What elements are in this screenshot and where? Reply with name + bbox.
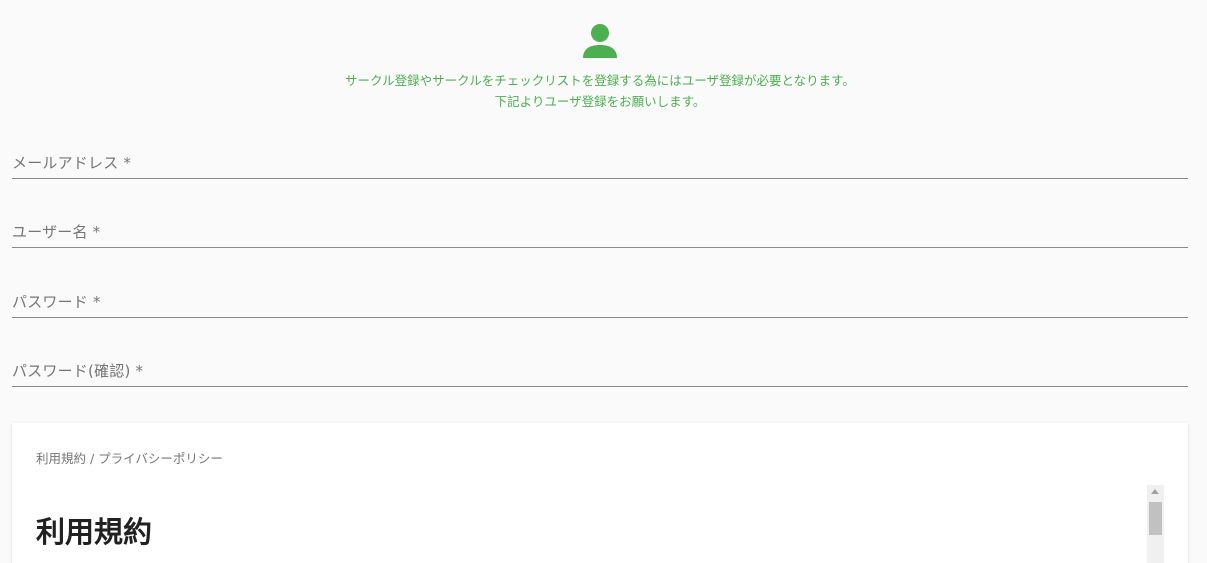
username-field[interactable]: ユーザー名 *	[12, 221, 1192, 248]
terms-scroll-area[interactable]: 利用規約	[12, 485, 1166, 563]
email-field[interactable]: メールアドレス *	[12, 152, 1192, 179]
password-confirm-field[interactable]: パスワード(確認) *	[12, 360, 1192, 387]
user-icon	[583, 24, 617, 58]
password-field[interactable]: パスワード *	[12, 291, 1192, 318]
terms-caption: 利用規約 / プライバシーポリシー	[36, 451, 223, 466]
terms-heading: 利用規約	[36, 515, 153, 549]
scroll-up-arrow-icon[interactable]	[1151, 489, 1159, 494]
registration-page: サークル登録やサークルをチェックリストを登録する為にはユーザ登録が必要となります…	[0, 0, 1207, 563]
terms-card: 利用規約 / プライバシーポリシー 利用規約	[12, 423, 1188, 563]
password-input[interactable]	[12, 291, 1192, 317]
registration-notice: サークル登録やサークルをチェックリストを登録する為にはユーザ登録が必要となります…	[0, 70, 1200, 112]
notice-line-2: 下記よりユーザ登録をお願いします。	[494, 94, 706, 109]
email-input[interactable]	[12, 152, 1192, 178]
notice-line-1: サークル登録やサークルをチェックリストを登録する為にはユーザ登録が必要となります…	[345, 73, 855, 88]
username-input[interactable]	[12, 221, 1192, 247]
registration-header: サークル登録やサークルをチェックリストを登録する為にはユーザ登録が必要となります…	[0, 20, 1200, 112]
scrollbar-thumb[interactable]	[1149, 502, 1162, 535]
password-confirm-input[interactable]	[12, 360, 1192, 386]
terms-scrollbar[interactable]	[1147, 485, 1164, 563]
